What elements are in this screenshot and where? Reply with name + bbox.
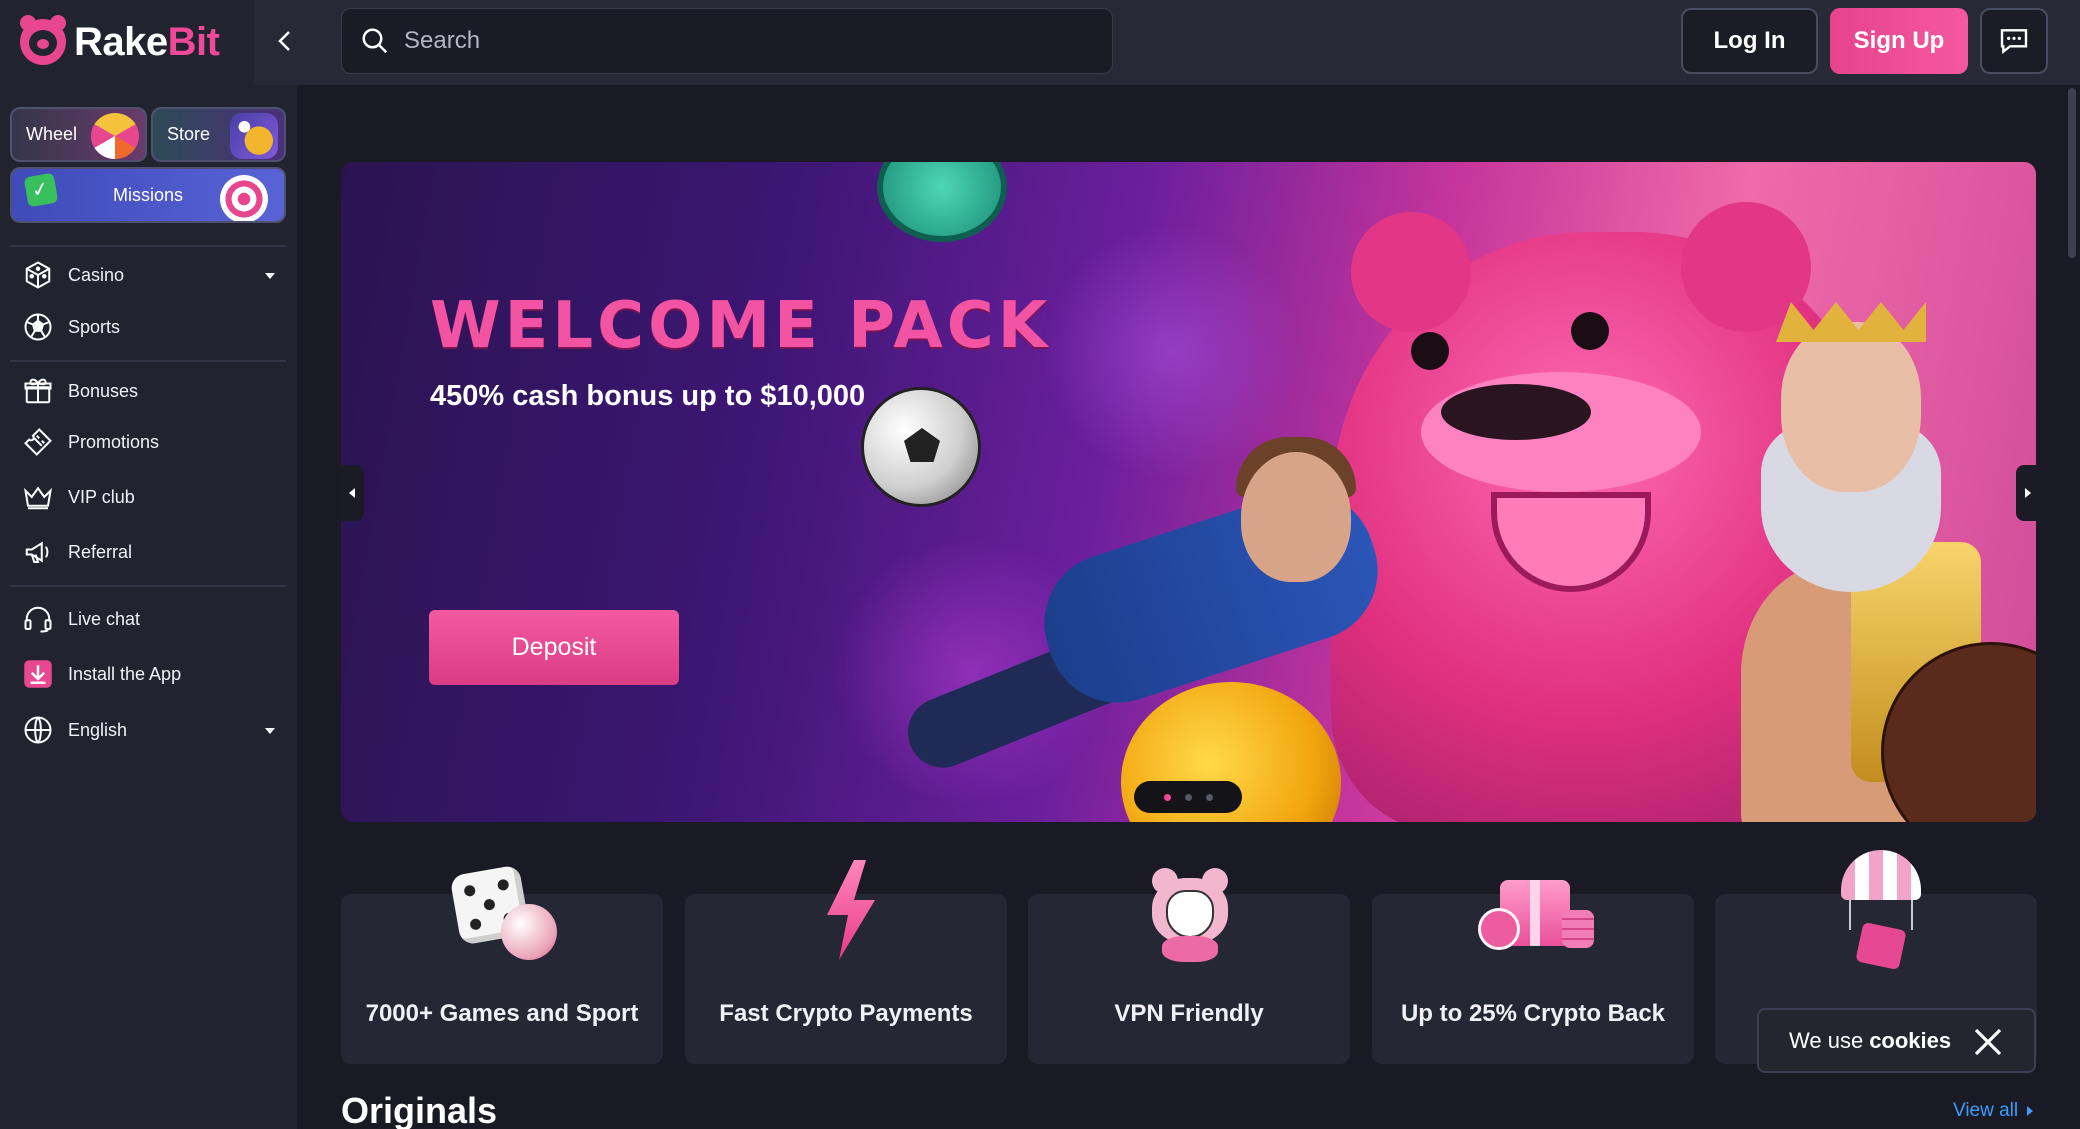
feature-card-payments: Fast Crypto Payments (685, 860, 1007, 1064)
bear-eye (1571, 312, 1609, 350)
bear-logo-icon (20, 15, 66, 65)
crown-icon (22, 481, 54, 513)
banner-subtitle: 450% cash bonus up to $10,000 (430, 380, 866, 412)
feature-label: Fast Crypto Payments (719, 1000, 973, 1027)
bear-nose (1441, 384, 1591, 440)
sidebar-item-sports[interactable]: Sports (22, 310, 120, 344)
carousel-prev-button[interactable] (340, 465, 364, 521)
view-all-link[interactable]: View all (1953, 1100, 2034, 1122)
target-icon (220, 175, 268, 221)
section-title-originals: Originals (341, 1090, 498, 1129)
bear-ear (1351, 212, 1471, 332)
chat-bubble-icon (2000, 29, 2028, 55)
masked-bear-icon (1134, 860, 1244, 970)
carousel-dot-active[interactable] (1163, 793, 1171, 801)
ticket-icon (22, 426, 54, 458)
sidebar-divider (10, 245, 286, 247)
sidebar-item-label: Promotions (68, 431, 160, 452)
feature-card-cashback: Up to 25% Crypto Back (1372, 880, 1694, 1064)
gift-icon (22, 375, 54, 407)
sidebar-item-label: VIP club (68, 486, 135, 507)
search-input[interactable] (404, 27, 1084, 55)
sidebar-item-casino[interactable]: Casino (22, 258, 124, 292)
sidebar-item-live-chat[interactable]: Live chat (22, 602, 140, 636)
caret-right-icon (2027, 1106, 2034, 1116)
sidebar-item-vip[interactable]: VIP club (22, 480, 135, 514)
gift-coins-icon (1478, 860, 1594, 970)
soccer-ball-icon (861, 387, 981, 507)
carousel-dot[interactable] (1205, 793, 1213, 801)
tether-coin-icon (877, 162, 1007, 242)
checklist-icon (23, 172, 59, 208)
sidebar-item-label: Live chat (68, 608, 141, 629)
chevron-down-icon[interactable] (263, 269, 277, 283)
sidebar-item-install-app[interactable]: Install the App (22, 657, 181, 691)
download-icon (22, 658, 54, 690)
close-icon[interactable] (1972, 1026, 2004, 1058)
feature-label: 7000+ Games and Sport (365, 1000, 639, 1027)
feature-label: VPN Friendly (1114, 1000, 1264, 1027)
carousel-dot[interactable] (1184, 793, 1192, 801)
cookie-text-bold: cookies (1869, 1027, 1952, 1053)
headset-icon (22, 603, 54, 635)
deposit-button[interactable]: Deposit (429, 610, 679, 685)
sidebar-item-referral[interactable]: Referral (22, 535, 132, 569)
sidebar: RakeBit Wheel Store Missions Casino Spor… (0, 0, 297, 1129)
chat-button[interactable] (1980, 8, 2048, 74)
feature-label: Up to 25% Crypto Back (1400, 1000, 1666, 1027)
carousel-indicators[interactable] (1134, 781, 1242, 813)
sidebar-item-label: Bonuses (68, 380, 139, 401)
promo-banner[interactable]: WELCOME PACK 450% cash bonus up to $10,0… (341, 162, 2036, 822)
sidebar-item-label: Referral (68, 541, 133, 562)
sidebar-item-label: English (68, 719, 128, 740)
caret-right-icon (2025, 488, 2031, 498)
scrollbar[interactable] (2068, 88, 2076, 258)
sidebar-divider (10, 585, 286, 587)
globe-icon (22, 714, 54, 746)
search-icon (362, 28, 388, 54)
banner-title: WELCOME PACK (430, 289, 1052, 363)
rakebit-logo[interactable]: RakeBit (20, 15, 220, 68)
dice-icon (447, 860, 557, 970)
store-tile-label: Store (167, 124, 211, 144)
missions-tile[interactable]: Missions (10, 167, 286, 223)
signup-button[interactable]: Sign Up (1830, 8, 1968, 74)
sidebar-item-label: Install the App (68, 663, 182, 684)
lightning-icon (791, 860, 901, 970)
sidebar-item-promotions[interactable]: Promotions (22, 425, 159, 459)
brand-name: RakeBit (74, 19, 220, 64)
missions-tile-label: Missions (112, 184, 183, 205)
feature-card-vpn: VPN Friendly (1028, 868, 1350, 1064)
sidebar-divider (10, 360, 286, 362)
soccer-ball-icon (22, 311, 54, 343)
dice-icon (22, 259, 54, 291)
view-all-label: View all (1953, 1100, 2019, 1121)
collapse-sidebar-button[interactable] (270, 20, 300, 62)
chevron-left-icon (278, 31, 290, 51)
sidebar-item-language[interactable]: English (22, 713, 127, 747)
sidebar-item-label: Casino (68, 264, 125, 285)
search-bar[interactable] (341, 8, 1113, 74)
store-tile[interactable]: Store (151, 107, 286, 162)
wheel-tile[interactable]: Wheel (10, 107, 147, 162)
wheel-tile-label: Wheel (26, 124, 78, 144)
chevron-down-icon[interactable] (263, 724, 277, 738)
cookie-text: We use (1789, 1027, 1864, 1053)
carousel-next-button[interactable] (2016, 465, 2040, 521)
sidebar-item-bonuses[interactable]: Bonuses (22, 374, 138, 408)
caret-left-icon (349, 488, 355, 498)
login-button[interactable]: Log In (1681, 8, 1818, 74)
megaphone-icon (22, 536, 54, 568)
sidebar-item-label: Sports (68, 316, 121, 337)
feature-card-games: 7000+ Games and Sport (341, 864, 663, 1064)
cookie-banner: We use cookies (1757, 1008, 2036, 1073)
bear-eye (1411, 332, 1449, 370)
fortune-wheel-icon (91, 113, 139, 159)
parachute-gift-icon (1821, 850, 1931, 971)
shopping-cart-coins-icon (230, 113, 278, 159)
